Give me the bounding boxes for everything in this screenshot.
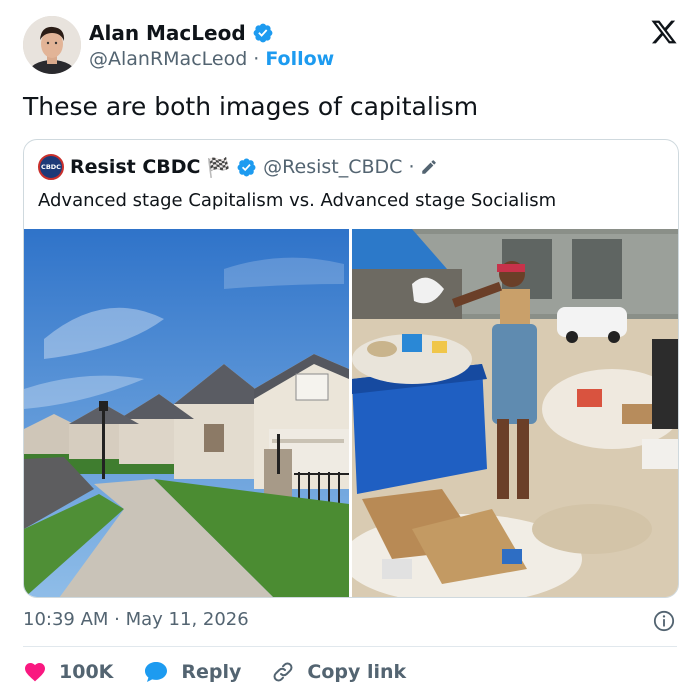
link-icon bbox=[273, 662, 293, 682]
reply-label: Reply bbox=[181, 661, 242, 683]
tweet-text: These are both images of capitalism bbox=[23, 92, 479, 121]
author-handle[interactable]: @AlanRMacLeod bbox=[89, 48, 247, 70]
socialism-trash-image[interactable] bbox=[352, 229, 678, 597]
verified-badge-icon bbox=[253, 23, 273, 43]
reply-bubble-icon bbox=[145, 662, 168, 682]
quoted-separator: · bbox=[408, 156, 415, 178]
copy-link-label: Copy link bbox=[307, 661, 407, 683]
author-avatar[interactable] bbox=[23, 16, 81, 74]
edited-pencil-icon bbox=[422, 160, 437, 174]
quoted-author-handle: @Resist_CBDC bbox=[263, 156, 403, 178]
heart-icon bbox=[25, 663, 45, 682]
divider bbox=[23, 646, 677, 647]
author-name[interactable]: Alan MacLeod bbox=[89, 21, 246, 45]
author-handle-row: @AlanRMacLeod · Follow bbox=[89, 48, 334, 70]
capitalism-suburb-image[interactable] bbox=[24, 229, 349, 597]
quoted-author-name: Resist CBDC bbox=[70, 156, 201, 178]
quoted-tweet-header: CBDC Resist CBDC 🏁 @Resist_CBDC · bbox=[38, 154, 438, 180]
copy-link-button[interactable]: Copy link bbox=[271, 660, 406, 684]
tweet-timestamp[interactable]: 10:39 AM · May 11, 2026 bbox=[23, 609, 249, 630]
action-bar: 100K Reply Copy link bbox=[23, 660, 436, 684]
reply-button[interactable]: Reply bbox=[143, 660, 241, 684]
quoted-tweet[interactable]: CBDC Resist CBDC 🏁 @Resist_CBDC · Advanc… bbox=[23, 139, 679, 598]
info-icon[interactable] bbox=[653, 610, 675, 632]
quoted-avatar-text: CBDC bbox=[41, 163, 61, 171]
quoted-verified-badge-icon bbox=[237, 158, 256, 176]
x-logo-icon[interactable] bbox=[650, 18, 678, 46]
follow-button[interactable]: Follow bbox=[265, 48, 334, 70]
author-name-row: Alan MacLeod bbox=[89, 21, 274, 45]
checkered-flag-icon: 🏁 bbox=[206, 156, 231, 179]
like-button[interactable]: 100K bbox=[23, 660, 113, 684]
like-count: 100K bbox=[59, 661, 114, 683]
quoted-tweet-text: Advanced stage Capitalism vs. Advanced s… bbox=[38, 190, 557, 211]
quoted-author-avatar: CBDC bbox=[38, 154, 64, 180]
handle-separator: · bbox=[253, 48, 260, 70]
